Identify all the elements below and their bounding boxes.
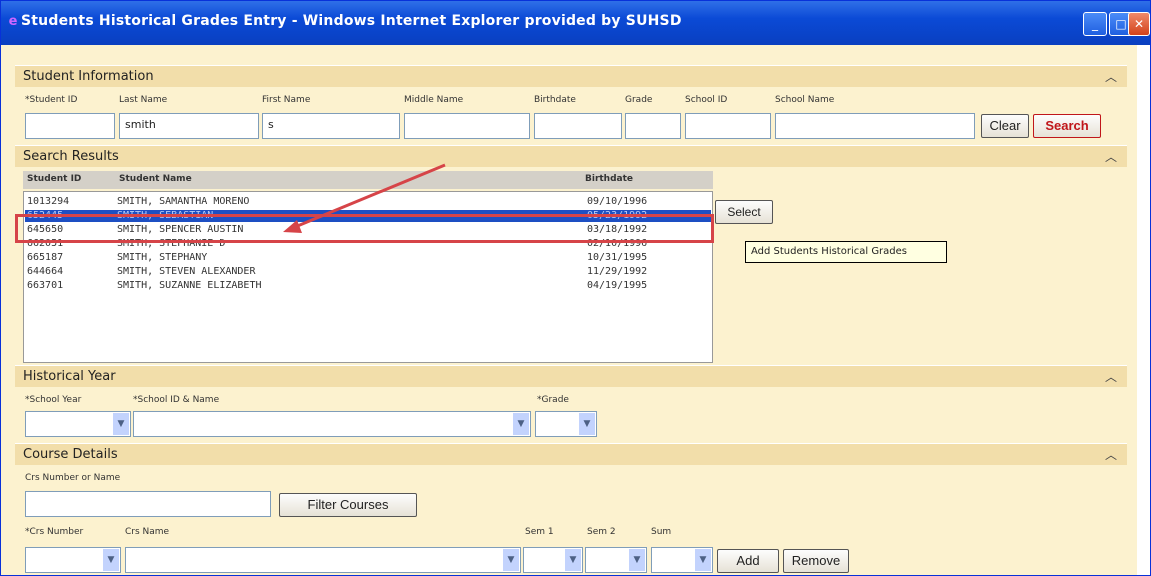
school-name-label: School Name	[775, 95, 835, 105]
table-row[interactable]: 644664 SMITH, STEVEN ALEXANDER 11/29/199…	[25, 266, 711, 278]
chevron-down-icon[interactable]: ▼	[695, 549, 711, 571]
filter-label: Crs Number or Name	[25, 473, 121, 483]
filter-courses-button[interactable]: Filter Courses	[279, 493, 417, 517]
table-row[interactable]: 663701 SMITH, SUZANNE ELIZABETH 04/19/19…	[25, 280, 711, 292]
sem2-label: Sem 2	[587, 527, 616, 537]
section-title: Course Details	[23, 447, 118, 462]
collapse-icon[interactable]: ︿	[1105, 68, 1117, 85]
school-year-label: *School Year	[25, 395, 82, 405]
school-id-name-label: *School ID & Name	[133, 395, 220, 405]
collapse-icon[interactable]: ︿	[1105, 148, 1117, 165]
sum-label: Sum	[651, 527, 672, 537]
chevron-down-icon[interactable]: ▼	[513, 413, 529, 435]
tooltip: Add Students Historical Grades	[745, 241, 947, 263]
clear-button[interactable]: Clear	[981, 114, 1029, 138]
form-panel: Student Information ︿ *Student ID Last N…	[15, 57, 1131, 573]
search-button[interactable]: Search	[1033, 114, 1101, 138]
sem2-select[interactable]: ▼	[585, 547, 647, 573]
crs-name-select[interactable]: ▼	[125, 547, 521, 573]
chevron-down-icon[interactable]: ▼	[113, 413, 129, 435]
collapse-icon[interactable]: ︿	[1105, 368, 1117, 385]
historical-year-header[interactable]: Historical Year ︿	[15, 365, 1127, 387]
sem1-label: Sem 1	[525, 527, 554, 537]
chevron-down-icon[interactable]: ▼	[579, 413, 595, 435]
section-title: Historical Year	[23, 369, 116, 384]
close-button[interactable]: ✕	[1128, 12, 1150, 36]
title-bar: e Students Historical Grades Entry - Win…	[1, 1, 1150, 45]
crs-number-select[interactable]: ▼	[25, 547, 121, 573]
add-button[interactable]: Add	[717, 549, 779, 573]
crs-name-label: Crs Name	[125, 527, 170, 537]
crs-number-label: *Crs Number	[25, 527, 84, 537]
minimize-button[interactable]: _	[1083, 12, 1107, 36]
chevron-down-icon[interactable]: ▼	[565, 549, 581, 571]
collapse-icon[interactable]: ︿	[1105, 446, 1117, 463]
ie-icon: e	[8, 14, 18, 29]
browser-window: e Students Historical Grades Entry - Win…	[0, 0, 1151, 576]
hy-grade-label: *Grade	[537, 395, 569, 405]
sum-select[interactable]: ▼	[651, 547, 713, 573]
window-title: Students Historical Grades Entry - Windo…	[21, 13, 682, 29]
chevron-down-icon[interactable]: ▼	[629, 549, 645, 571]
school-year-select[interactable]: ▼	[25, 411, 131, 437]
chevron-down-icon[interactable]: ▼	[503, 549, 519, 571]
annotation-arrow	[283, 163, 446, 233]
grade-select[interactable]: ▼	[535, 411, 597, 437]
remove-button[interactable]: Remove	[783, 549, 849, 573]
chevron-down-icon[interactable]: ▼	[103, 549, 119, 571]
school-select[interactable]: ▼	[133, 411, 531, 437]
school-name-input[interactable]	[775, 113, 975, 139]
select-button[interactable]: Select	[715, 200, 773, 224]
course-details-header[interactable]: Course Details ︿	[15, 443, 1127, 465]
scrollbar[interactable]	[1137, 45, 1150, 575]
sem1-select[interactable]: ▼	[523, 547, 583, 573]
course-filter-input[interactable]	[25, 491, 271, 517]
